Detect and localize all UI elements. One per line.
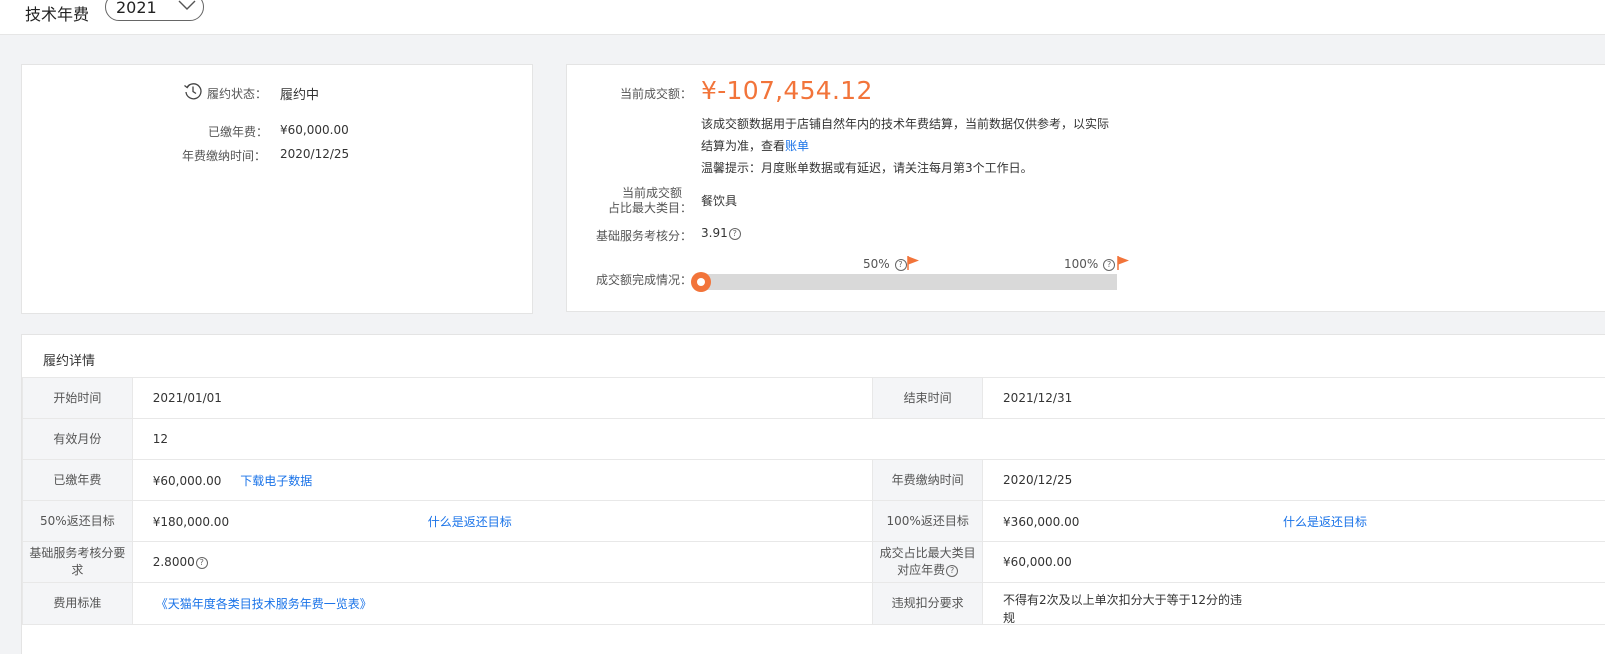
score-value-wrap: 3.91? — [701, 226, 741, 240]
milestone-50-label: 50% — [863, 257, 890, 271]
table-row: 有效月份 12 — [23, 419, 1605, 460]
year-select-value: 2021 — [116, 0, 157, 17]
tip-text: 温馨提示：月度账单数据或有延迟，请关注每月第3个工作日。 — [701, 159, 1033, 176]
end-time-value: 2021/12/31 — [983, 378, 1605, 419]
paid-fee-label: 已缴年费 — [23, 460, 133, 501]
table-row: 50%返还目标 ¥180,000.00什么是返还目标 100%返还目标 ¥360… — [23, 501, 1605, 542]
fee-std-label: 费用标准 — [23, 583, 133, 625]
target50-value: ¥180,000.00 — [153, 515, 428, 529]
progress-knob — [691, 272, 711, 292]
violation-value: 不得有2次及以上单次扣分大于等于12分的违规 — [1003, 591, 1243, 624]
status-card: 履约状态： 履约中 已缴年费： ¥60,000.00 年费缴纳时间： 2020/… — [21, 64, 533, 314]
help-icon[interactable]: ? — [196, 557, 208, 569]
year-select[interactable]: 2021 — [105, 0, 204, 21]
detail-table: 开始时间 2021/01/01 结束时间 2021/12/31 有效月份 12 … — [22, 377, 1605, 625]
help-icon[interactable]: ? — [729, 228, 741, 240]
progress-track — [701, 274, 1117, 290]
help-icon[interactable]: ? — [895, 259, 907, 271]
score-value: 3.91 — [701, 226, 728, 240]
page-title: 技术年费 — [25, 1, 89, 25]
bill-link[interactable]: 账单 — [785, 139, 809, 153]
pay-time-value: 2020/12/25 — [983, 460, 1605, 501]
history-icon — [183, 81, 203, 101]
milestone-50-wrap: 50% ? — [863, 257, 907, 271]
category-fee-value: ¥60,000.00 — [983, 542, 1605, 583]
months-label: 有效月份 — [23, 419, 133, 460]
target100-label: 100%返还目标 — [873, 501, 983, 542]
score-req-value: 2.8000 — [153, 555, 195, 569]
table-row: 开始时间 2021/01/01 结束时间 2021/12/31 — [23, 378, 1605, 419]
target50-label: 50%返还目标 — [23, 501, 133, 542]
fee-std-cell: 《天猫年度各类目技术服务年费一览表》 — [132, 583, 873, 625]
violation-cell: 不得有2次及以上单次扣分大于等于12分的违规 — [983, 583, 1605, 625]
what-is-target-link[interactable]: 什么是返还目标 — [1283, 515, 1367, 529]
target100-cell: ¥360,000.00什么是返还目标 — [983, 501, 1605, 542]
milestone-100-label: 100% — [1064, 257, 1098, 271]
table-row: 已缴年费 ¥60,000.00 下载电子数据 年费缴纳时间 2020/12/25 — [23, 460, 1605, 501]
amount-note-line1: 该成交额数据用于店铺自然年内的技术年费结算，当前数据仅供参考，以实际 — [701, 115, 1109, 132]
violation-label: 违规扣分要求 — [873, 583, 983, 625]
chevron-down-icon — [177, 0, 197, 12]
table-row: 费用标准 《天猫年度各类目技术服务年费一览表》 违规扣分要求 不得有2次及以上单… — [23, 583, 1605, 625]
status-label: 履约状态： — [207, 85, 267, 102]
detail-title: 履约详情 — [43, 350, 95, 369]
help-icon[interactable]: ? — [946, 565, 958, 577]
end-time-label: 结束时间 — [873, 378, 983, 419]
status-value: 履约中 — [280, 84, 319, 103]
category-fee-label-cell: 成交占比最大类目对应年费? — [873, 542, 983, 583]
fee-std-link[interactable]: 《天猫年度各类目技术服务年费一览表》 — [156, 597, 372, 611]
flag-icon — [1117, 256, 1131, 270]
start-time-label: 开始时间 — [23, 378, 133, 419]
flag-icon — [907, 256, 921, 270]
score-req-cell: 2.8000? — [132, 542, 873, 583]
paid-fee-value: ¥60,000.00 — [280, 123, 349, 137]
category-fee-label: 成交占比最大类目对应年费 — [880, 546, 976, 577]
pay-time-label: 年费缴纳时间 — [873, 460, 983, 501]
amount-note-prefix: 结算为准，查看 — [701, 139, 785, 153]
score-req-label: 基础服务考核分要求 — [23, 542, 133, 583]
category-label-line2: 占比最大类目： — [608, 199, 692, 216]
table-row: 基础服务考核分要求 2.8000? 成交占比最大类目对应年费? ¥60,000.… — [23, 542, 1605, 583]
months-value: 12 — [132, 419, 1605, 460]
amount-value: ¥-107,454.12 — [701, 76, 873, 105]
score-label: 基础服务考核分： — [596, 227, 692, 244]
paid-fee-label: 已缴年费： — [208, 123, 268, 140]
target50-cell: ¥180,000.00什么是返还目标 — [132, 501, 873, 542]
paid-fee-cell: ¥60,000.00 下载电子数据 — [132, 460, 873, 501]
pay-time-label: 年费缴纳时间： — [182, 147, 266, 164]
download-data-link[interactable]: 下载电子数据 — [240, 474, 312, 488]
paid-fee-value: ¥60,000.00 — [153, 474, 222, 488]
milestone-100-wrap: 100% ? — [1064, 257, 1115, 271]
category-value: 餐饮具 — [701, 192, 737, 209]
amount-note-line2: 结算为准，查看账单 — [701, 137, 809, 154]
what-is-target-link[interactable]: 什么是返还目标 — [428, 515, 512, 529]
pay-time-value: 2020/12/25 — [280, 147, 349, 161]
start-time-value: 2021/01/01 — [132, 378, 873, 419]
target100-value: ¥360,000.00 — [1003, 515, 1283, 529]
detail-card: 履约详情 开始时间 2021/01/01 结束时间 2021/12/31 有效月… — [21, 334, 1605, 654]
help-icon[interactable]: ? — [1103, 259, 1115, 271]
progress-label: 成交额完成情况： — [596, 271, 692, 288]
amount-label: 当前成交额： — [620, 85, 692, 102]
top-bar: 技术年费 2021 — [0, 0, 1605, 35]
